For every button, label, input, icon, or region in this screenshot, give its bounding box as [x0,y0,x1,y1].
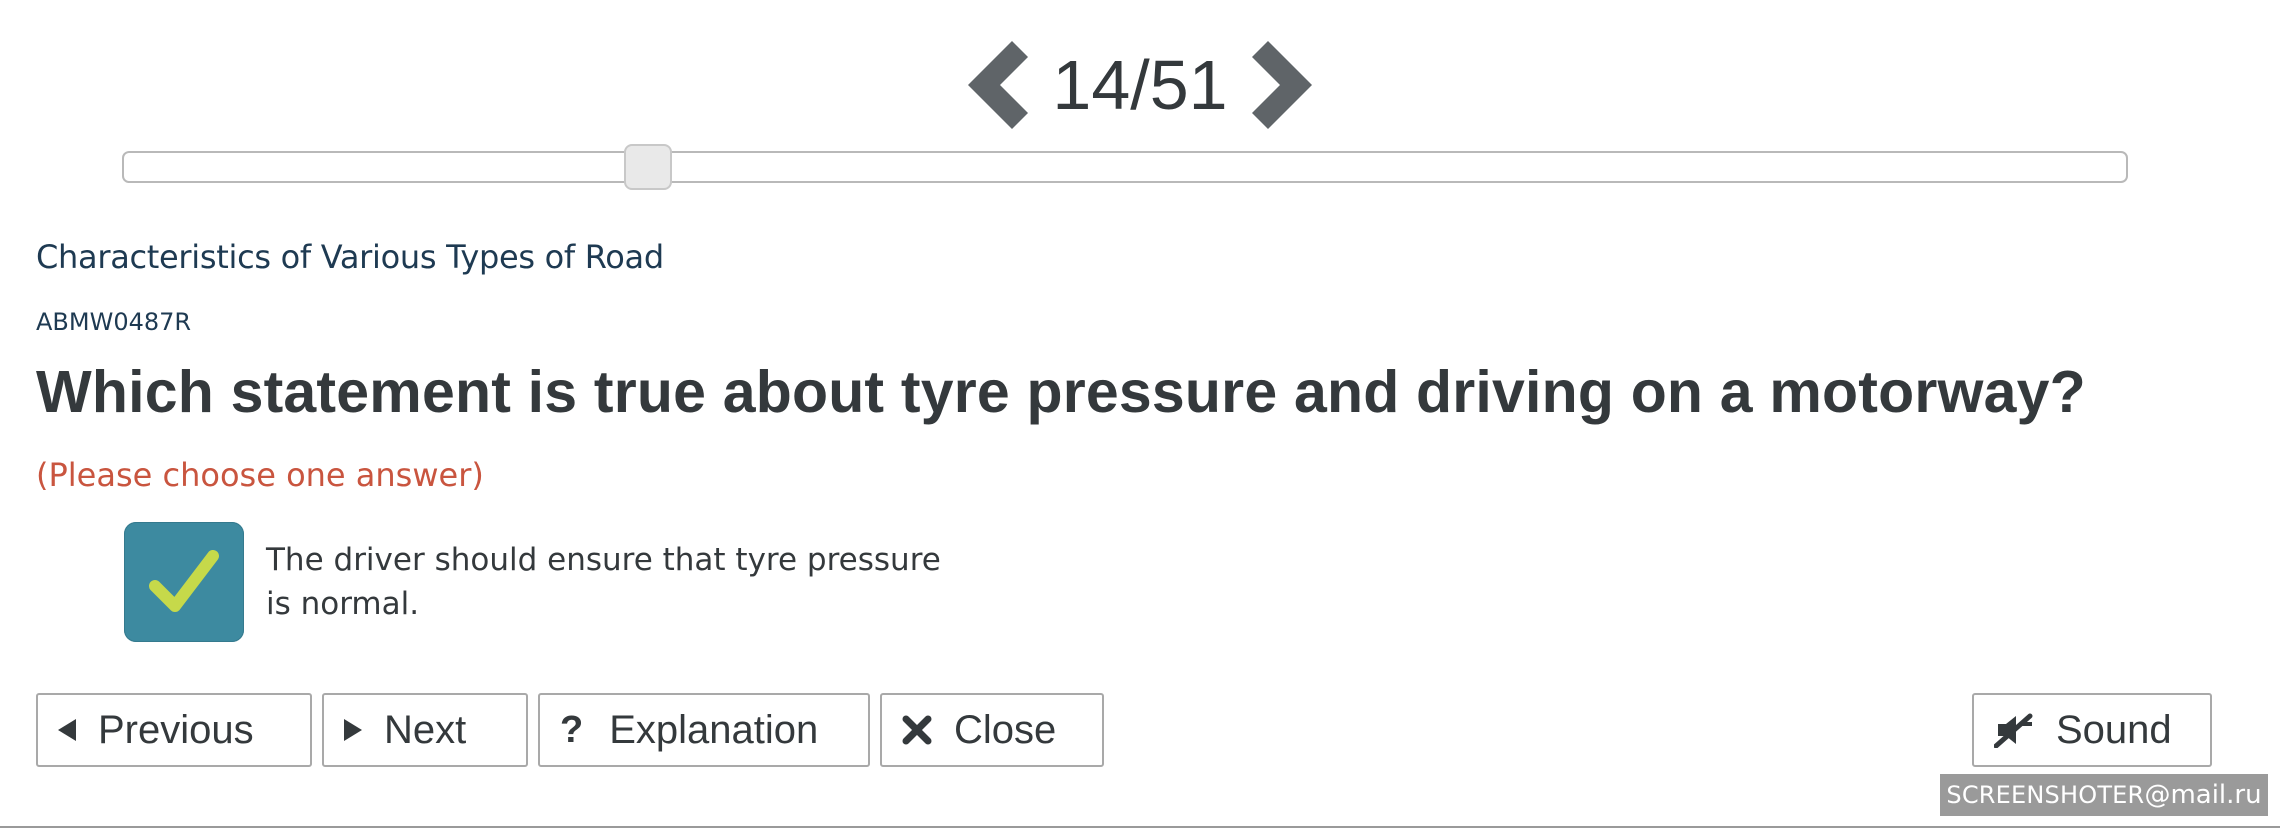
close-icon [902,715,932,745]
question-navigator: 14/51 [0,30,2280,140]
question-slider-thumb[interactable] [624,144,672,190]
next-question-arrow[interactable] [1246,35,1316,135]
question-text: Which statement is true about tyre press… [36,359,2086,425]
question-code: ABMW0487R [36,308,192,336]
checkmark-icon [149,550,219,612]
next-button[interactable]: Next [322,693,528,767]
answer-text: The driver should ensure that tyre press… [266,542,941,622]
screenshoter-watermark: SCREENSHOTER @mail.ru [1940,774,2268,816]
triangle-left-icon [58,719,76,741]
explanation-button-label: Explanation [609,707,819,752]
answer-instruction: (Please choose one answer) [36,456,484,494]
question-category: Characteristics of Various Types of Road [36,238,664,276]
sound-button[interactable]: Sound [1972,693,2212,767]
answer-checkbox[interactable] [124,522,244,642]
previous-button[interactable]: Previous [36,693,312,767]
watermark-brand: SCREENSHOTER [1946,781,2145,809]
chevron-right-icon [1251,41,1312,129]
answer-option[interactable]: The driver should ensure that tyre press… [124,522,984,642]
question-mark-icon: ? [560,708,584,751]
question-slider-track[interactable] [122,151,2128,183]
triangle-right-icon [344,719,362,741]
sound-muted-icon [1994,712,2034,748]
close-button-label: Close [954,707,1057,752]
explanation-button[interactable]: ? Explanation [538,693,870,767]
chevron-left-icon [968,41,1029,129]
close-button[interactable]: Close [880,693,1104,767]
next-button-label: Next [384,707,467,752]
sound-button-label: Sound [2056,707,2172,752]
watermark-domain: @mail.ru [2144,780,2262,810]
question-counter: 14/51 [1052,46,1228,124]
previous-button-label: Previous [98,707,254,752]
previous-question-arrow[interactable] [964,35,1034,135]
